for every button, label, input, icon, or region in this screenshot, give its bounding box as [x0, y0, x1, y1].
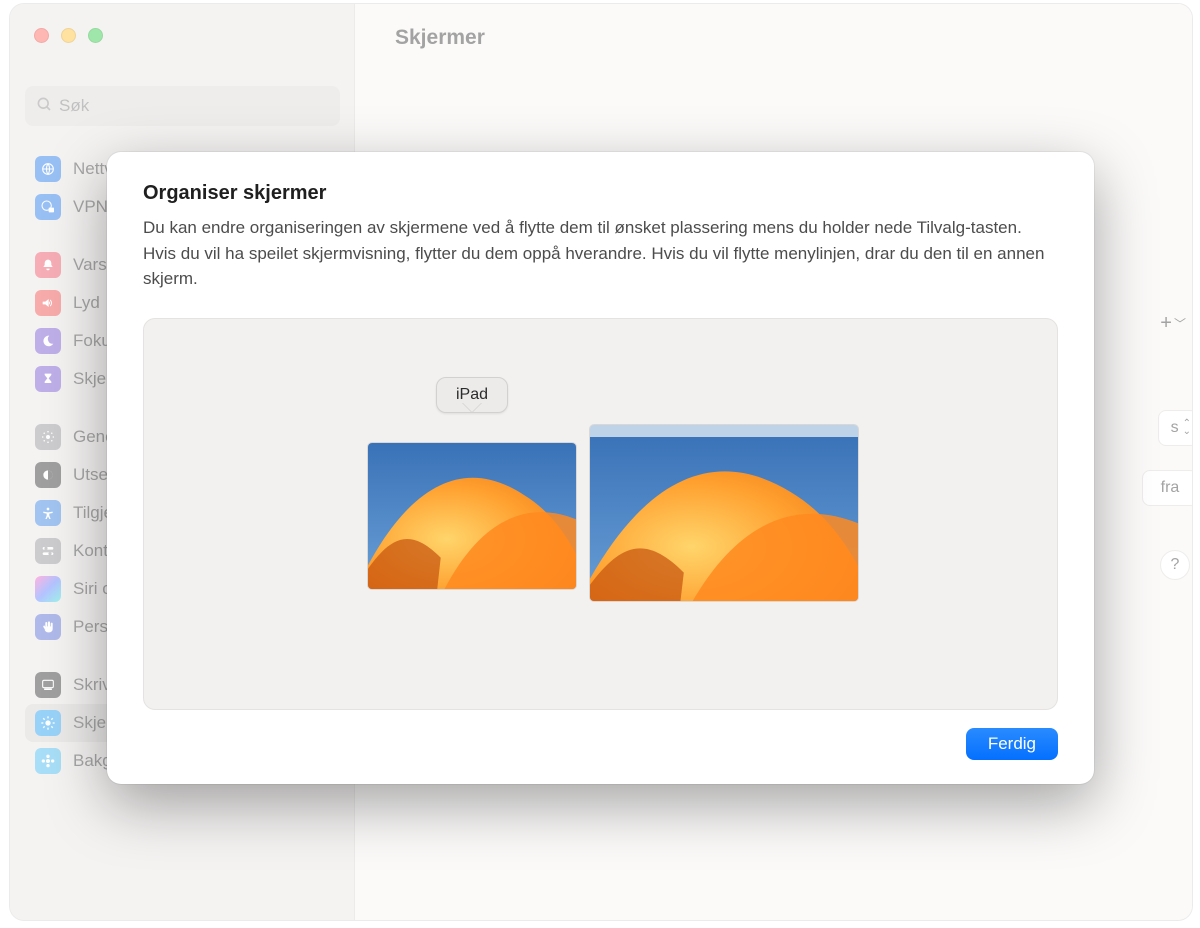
- system-settings-window: Nettverk VPN Varslinger Lyd F: [10, 4, 1192, 920]
- menubar-indicator[interactable]: [590, 425, 858, 437]
- display-label-text: iPad: [456, 386, 488, 403]
- sheet-title: Organiser skjermer: [143, 182, 1058, 205]
- display-ipad[interactable]: [368, 443, 576, 589]
- display-arrangement-area[interactable]: iPad: [143, 318, 1058, 711]
- sheet-footer: Ferdig: [143, 728, 1058, 760]
- display-label-popover: iPad: [436, 377, 508, 413]
- sheet-description: Du kan endre organiseringen av skjermene…: [143, 215, 1058, 292]
- arrange-displays-sheet: Organiser skjermer Du kan endre organise…: [107, 152, 1094, 784]
- done-button[interactable]: Ferdig: [966, 728, 1058, 760]
- display-main[interactable]: [590, 425, 858, 601]
